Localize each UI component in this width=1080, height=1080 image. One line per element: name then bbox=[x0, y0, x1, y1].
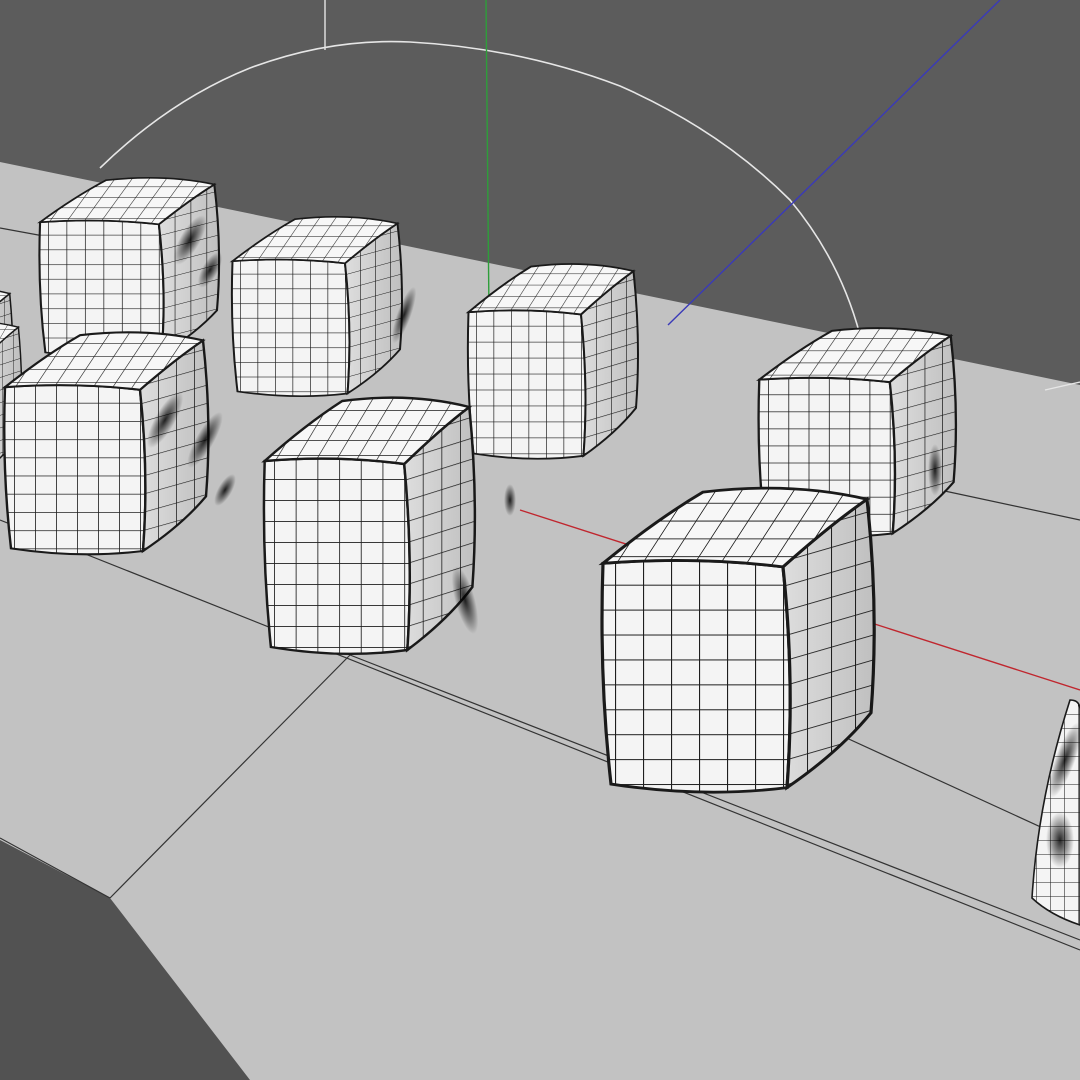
cube-front-3 bbox=[600, 486, 876, 794]
3d-viewport[interactable] bbox=[0, 0, 1080, 1080]
viewport-canvas[interactable] bbox=[0, 0, 1080, 1080]
cube-back-3 bbox=[466, 262, 639, 460]
axis-z bbox=[667, 0, 1001, 326]
